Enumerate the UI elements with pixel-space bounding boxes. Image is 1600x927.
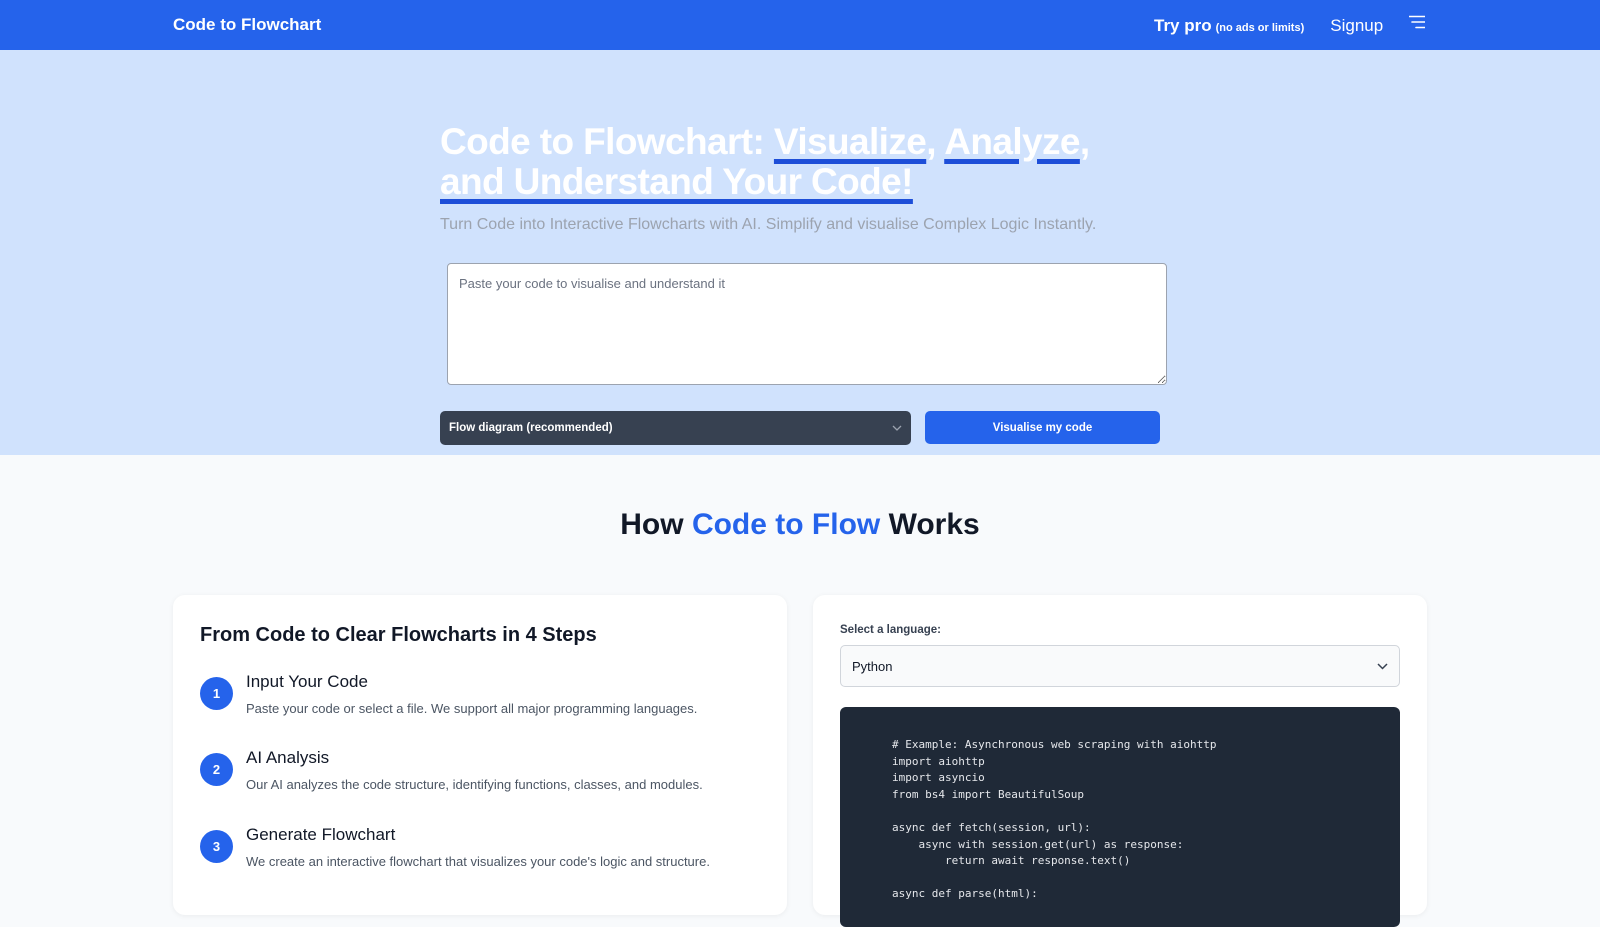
steps-card: From Code to Clear Flowcharts in 4 Steps… bbox=[173, 595, 787, 915]
try-pro-label: Try pro bbox=[1154, 16, 1212, 35]
diagram-type-value: Flow diagram (recommended) bbox=[449, 422, 613, 434]
step-description: Paste your code or select a file. We sup… bbox=[246, 701, 698, 716]
hero-subtitle: Turn Code into Interactive Flowcharts wi… bbox=[440, 216, 1097, 233]
hero-title-prefix: Code to Flowchart: bbox=[440, 121, 774, 162]
hero-title: Code to Flowchart: Visualize, Analyze, a… bbox=[440, 122, 1160, 202]
step-title: Input Your Code bbox=[246, 672, 368, 691]
hero-section: Code to Flowchart: Visualize, Analyze, a… bbox=[0, 50, 1600, 455]
try-pro-note: (no ads or limits) bbox=[1215, 22, 1305, 34]
how-title-before: How bbox=[620, 508, 692, 541]
how-it-works-title: How Code to Flow Works bbox=[0, 508, 1600, 542]
hero-title-comma-2: , bbox=[1079, 121, 1090, 162]
code-input[interactable] bbox=[447, 263, 1167, 385]
step-number: 3 bbox=[200, 830, 233, 863]
visualise-button[interactable]: Visualise my code bbox=[925, 411, 1160, 444]
nav-links: Try pro (no ads or limits) Signup bbox=[1154, 14, 1383, 38]
brand-logo-link[interactable]: Code to Flowchart bbox=[173, 15, 321, 35]
diagram-type-select[interactable]: Flow diagram (recommended) bbox=[440, 411, 911, 445]
signup-link[interactable]: Signup bbox=[1330, 16, 1383, 36]
hero-title-understand: and Understand Your Code! bbox=[440, 161, 913, 202]
step-title: AI Analysis bbox=[246, 748, 330, 767]
step-number: 1 bbox=[200, 677, 233, 710]
step-number: 2 bbox=[200, 753, 233, 786]
language-value: Python bbox=[852, 658, 893, 674]
step-description: Our AI analyzes the code structure, iden… bbox=[246, 777, 703, 792]
how-title-accent: Code to Flow bbox=[691, 508, 881, 541]
hero-title-visualize: Visualize bbox=[773, 121, 927, 162]
language-select[interactable]: Python bbox=[840, 645, 1400, 687]
chevron-down-icon bbox=[1377, 662, 1388, 670]
step-description: We create an interactive flowchart that … bbox=[246, 854, 710, 869]
example-card: Select a language: Python # Example: Asy… bbox=[813, 595, 1427, 927]
try-pro-link[interactable]: Try pro (no ads or limits) bbox=[1154, 16, 1304, 36]
how-title-after: Works bbox=[880, 508, 980, 541]
language-label: Select a language: bbox=[840, 624, 941, 636]
menu-icon[interactable] bbox=[1409, 15, 1425, 29]
step-title: Generate Flowchart bbox=[246, 825, 396, 844]
hero-title-comma: , bbox=[926, 121, 945, 162]
steps-title: From Code to Clear Flowcharts in 4 Steps bbox=[200, 624, 597, 646]
example-code-block: # Example: Asynchronous web scraping wit… bbox=[840, 707, 1400, 927]
chevron-down-icon bbox=[892, 425, 902, 431]
hero-title-analyze: Analyze bbox=[944, 121, 1080, 162]
navbar: Code to Flowchart Try pro (no ads or limi… bbox=[0, 0, 1600, 50]
